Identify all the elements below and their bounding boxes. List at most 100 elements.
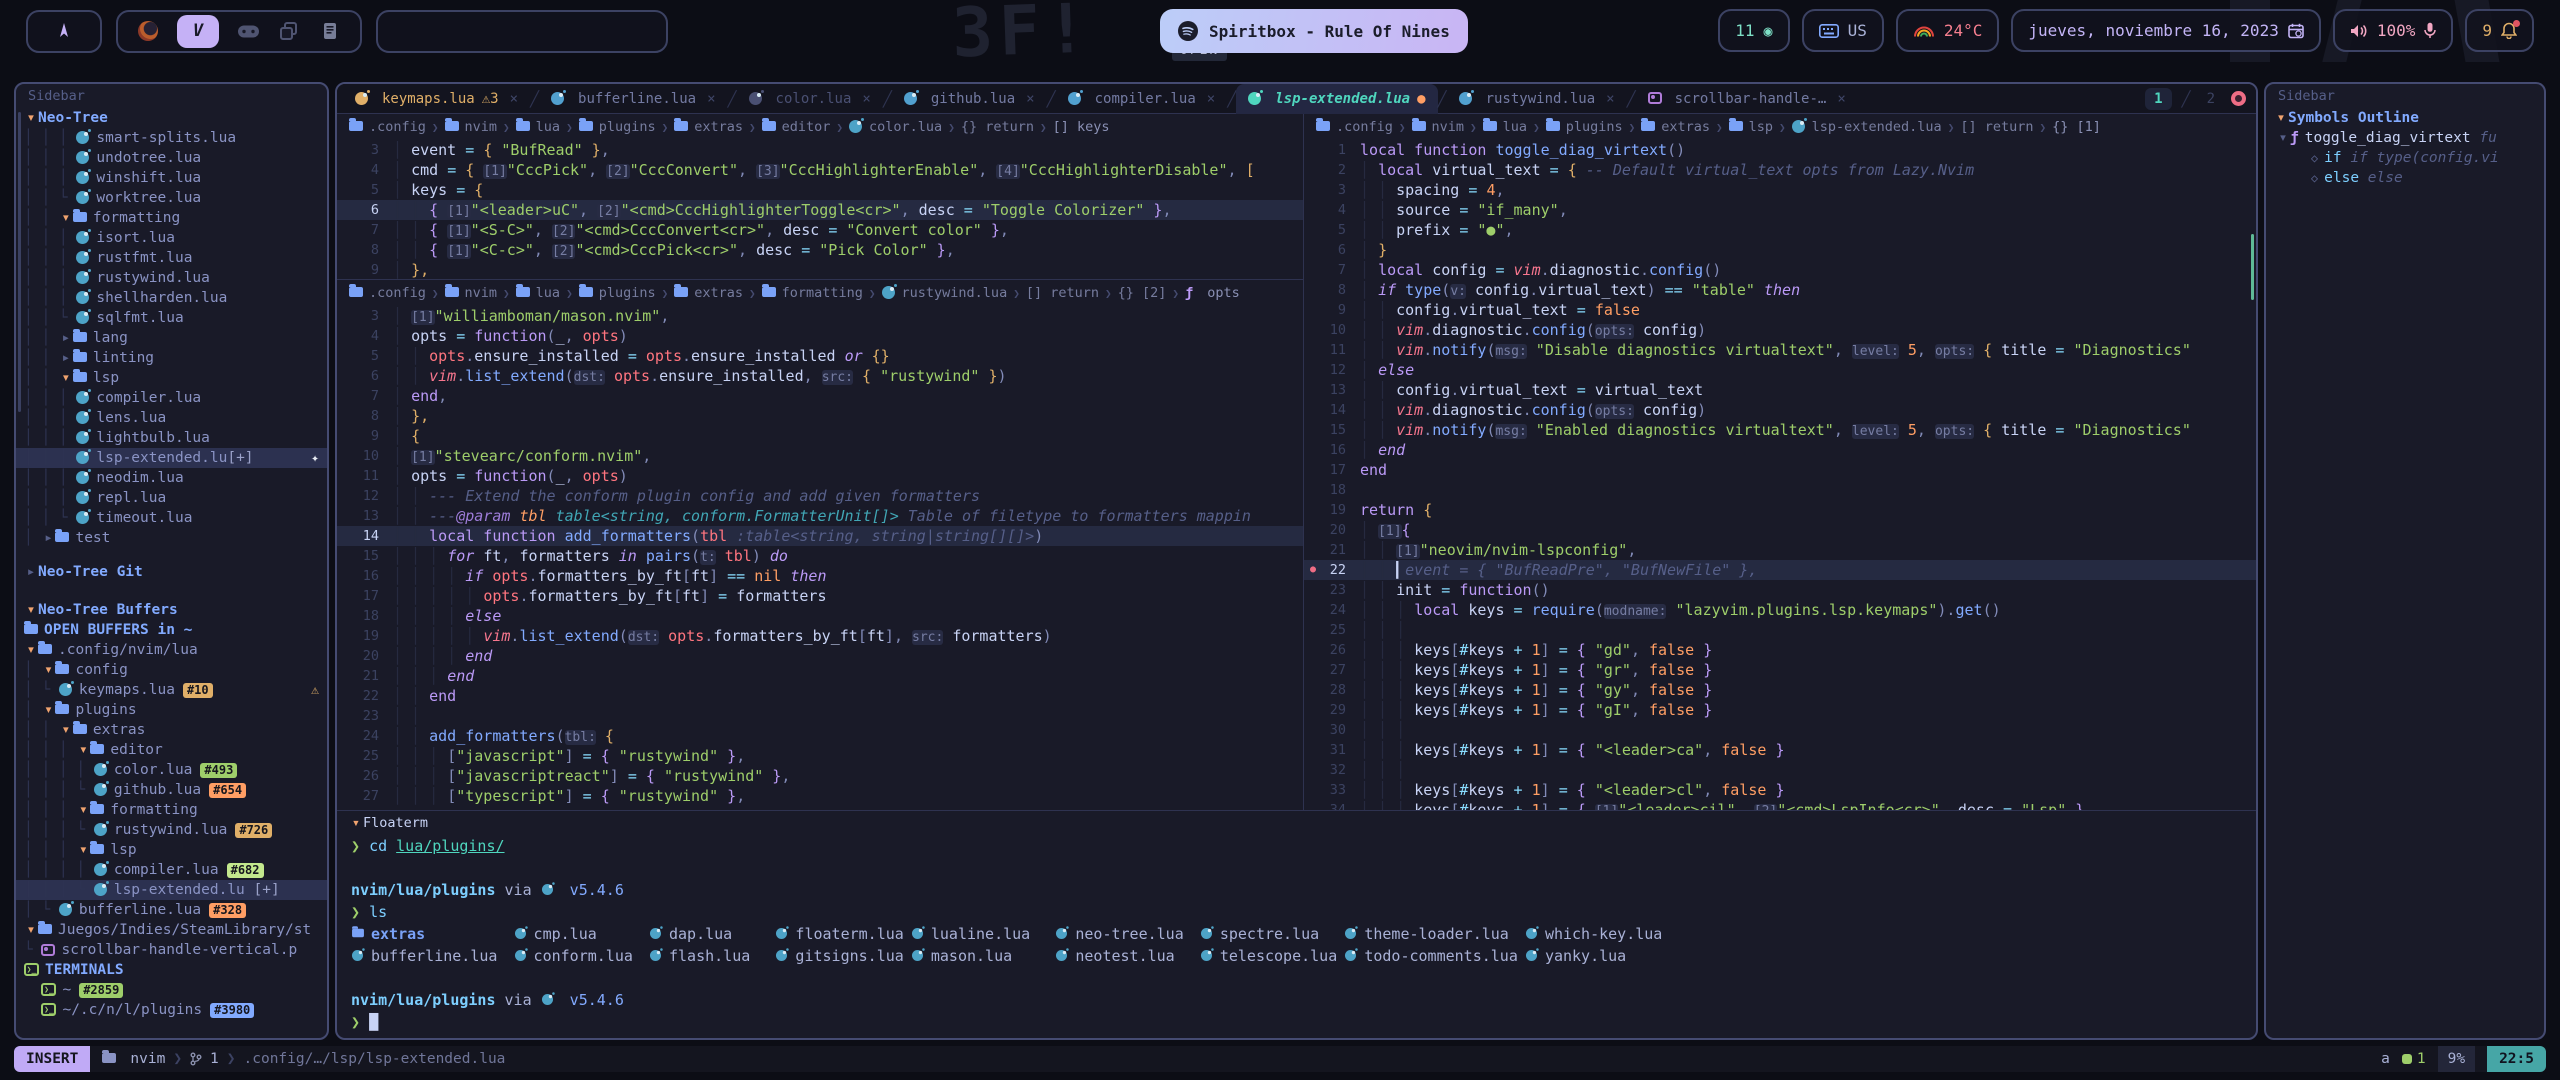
tree-item[interactable]: │ │ │ lens.lua — [16, 408, 327, 428]
pane-lsp-scrollbar[interactable] — [2251, 234, 2254, 300]
code-line[interactable]: 9│ { — [337, 426, 1303, 446]
code-line[interactable]: 24│ │ add_formatters(tbl: { — [337, 726, 1303, 746]
terminals-section-header[interactable]: TERMINALS — [16, 960, 327, 980]
code-line[interactable]: 16│ end — [1304, 440, 2256, 460]
tab-lsp-extended.lua[interactable]: lsp-extended.lua● — [1236, 84, 1437, 114]
tree-item[interactable]: │ │ │ smart-splits.lua — [16, 128, 327, 148]
code-line[interactable]: 32│ │ │ — [1304, 760, 2256, 780]
tree-item[interactable]: │ │ │ └ rustywind.lua#726 — [16, 820, 327, 840]
tree-item[interactable]: │ │ │ rustfmt.lua — [16, 248, 327, 268]
floaterm-terminal[interactable]: ❯ cd lua/plugins/nvim/lua/plugins via v5… — [337, 835, 2256, 1033]
code-line[interactable]: 26│ │ │ ["javascriptreact"] = { "rustywi… — [337, 766, 1303, 786]
tree-item[interactable]: │ │ │ │ compiler.lua#682 — [16, 860, 327, 880]
code-line[interactable]: 9│ }, — [337, 260, 1303, 279]
pane-color-body[interactable]: 3│ event = { "BufRead" },4│ cmd = { [1]"… — [337, 140, 1303, 279]
tab-page-current[interactable]: 1 — [2145, 88, 2171, 110]
tree-item[interactable]: ▾.config/nvim/lua — [16, 640, 327, 660]
code-line[interactable]: 26│ │ │ keys[#keys + 1] = { "gd", false … — [1304, 640, 2256, 660]
tree-item[interactable]: │ ▾plugins — [16, 700, 327, 720]
code-line[interactable]: 19│ │ │ │ │ vim.list_extend(dst: opts.fo… — [337, 626, 1303, 646]
tree-item[interactable]: │ │ ▾extras — [16, 720, 327, 740]
tree-item[interactable]: ~#2859 — [16, 980, 327, 1000]
tree-item[interactable]: │ │ │ ▾lsp — [16, 840, 327, 860]
code-line[interactable]: 15│ │ │ for ft, formatters in pairs(t: t… — [337, 546, 1303, 566]
notifications-widget[interactable]: 9 — [2465, 9, 2534, 52]
tree-item[interactable]: │ │ │ repl.lua — [16, 488, 327, 508]
tree-item[interactable]: │ ▸test — [16, 528, 327, 548]
tree-item[interactable]: │ │ │ └ github.lua#654 — [16, 780, 327, 800]
tree-item[interactable]: │ │ │ lsp-extended.lu[+]✦ — [16, 448, 327, 468]
tree-item[interactable]: │ │ │ isort.lua — [16, 228, 327, 248]
tree-item[interactable]: └ scrollbar-handle-vertical.p — [16, 940, 327, 960]
tree-item[interactable]: │ │ │ ▾editor — [16, 740, 327, 760]
code-line[interactable]: 21│ │ [1]"neovim/nvim-lspconfig", — [1304, 540, 2256, 560]
code-line[interactable]: 3│ [1]"williamboman/mason.nvim", — [337, 306, 1303, 326]
tree-item[interactable]: │ │ │ └ lsp-extended.lu [+] — [16, 880, 327, 900]
workspace-gamepad-icon[interactable] — [236, 19, 260, 43]
code-line[interactable]: 25│ │ │ — [1304, 620, 2256, 640]
close-all-button[interactable] — [2231, 91, 2246, 106]
code-line[interactable]: 21│ │ │ end — [337, 666, 1303, 686]
tree-item[interactable]: │ │ ▸linting — [16, 348, 327, 368]
code-line[interactable]: 16│ │ │ │ if opts.formatters_by_ft[ft] =… — [337, 566, 1303, 586]
code-line[interactable]: 4│ cmd = { [1]"CccPick", [2]"CccConvert"… — [337, 160, 1303, 180]
date-widget[interactable]: jueves, noviembre 16, 2023 — [2011, 9, 2320, 52]
code-line[interactable]: 28│ │ │ keys[#keys + 1] = { "gy", false … — [1304, 680, 2256, 700]
code-line[interactable]: 27│ │ │ keys[#keys + 1] = { "gr", false … — [1304, 660, 2256, 680]
code-line[interactable]: 14│ │ local function add_formatters(tbl … — [337, 526, 1303, 546]
code-line[interactable]: 6│ │ { [1]"<leader>uC", [2]"<cmd>CccHigh… — [337, 200, 1303, 220]
code-line[interactable]: 7│ end, — [337, 386, 1303, 406]
code-line[interactable]: 34│ │ │ keys[#keys + 1] = { [1]"<leader>… — [1304, 800, 2256, 810]
tree-item[interactable]: │ │ │ neodim.lua — [16, 468, 327, 488]
code-line[interactable]: ●22│ │ ▎event = { "BufReadPre", "BufNewF… — [1304, 560, 2256, 580]
tree-item[interactable]: │ │ └ worktree.lua — [16, 188, 327, 208]
pane-lsp-body[interactable]: 1local function toggle_diag_virtext()2│ … — [1304, 140, 2256, 810]
tab-page-other[interactable]: 2 — [2201, 91, 2221, 107]
code-line[interactable]: 4│ opts = function(_, opts) — [337, 326, 1303, 346]
tree-item[interactable]: │ │ │ undotree.lua — [16, 148, 327, 168]
tree-item[interactable]: │ │ ▸lang — [16, 328, 327, 348]
code-line[interactable]: 5│ │ prefix = "●", — [1304, 220, 2256, 240]
symbols-outline-header[interactable]: ▾ Symbols Outline — [2266, 108, 2544, 128]
tree-item[interactable]: │ ▾config — [16, 660, 327, 680]
code-line[interactable]: 9│ │ config.virtual_text = false — [1304, 300, 2256, 320]
code-line[interactable]: 31│ │ │ keys[#keys + 1] = { "<leader>ca"… — [1304, 740, 2256, 760]
code-line[interactable]: 27│ │ │ ["typescript"] = { "rustywind" }… — [337, 786, 1303, 806]
tree-item[interactable]: │ │ │ rustywind.lua — [16, 268, 327, 288]
code-line[interactable]: 11│ │ vim.notify(msg: "Disable diagnosti… — [1304, 340, 2256, 360]
tab-close-button[interactable]: × — [862, 91, 870, 107]
neotree-section-header[interactable]: ▾ Neo-Tree — [16, 108, 327, 128]
code-line[interactable]: 5│ │ opts.ensure_installed = opts.ensure… — [337, 346, 1303, 366]
code-line[interactable]: 3│ │ spacing = 4, — [1304, 180, 2256, 200]
volume-widget[interactable]: 100% — [2333, 9, 2454, 52]
code-line[interactable]: 20│ │ │ │ end — [337, 646, 1303, 666]
neotree-git-section-header[interactable]: ▸ Neo-Tree Git — [16, 562, 327, 582]
tab-scrollbar-handle-[interactable]: scrollbar-handle-…× — [1636, 84, 1858, 114]
code-line[interactable]: 17end — [1304, 460, 2256, 480]
outline-item[interactable]: ◇else else — [2266, 168, 2544, 188]
music-widget[interactable]: Spiritbox - Rule Of Nines — [1160, 9, 1468, 53]
workspace-firefox-icon[interactable] — [136, 19, 160, 43]
launcher-button[interactable] — [26, 10, 102, 53]
code-line[interactable]: 10│ │ vim.diagnostic.config(opts: config… — [1304, 320, 2256, 340]
tree-item[interactable]: │ │ │ winshift.lua — [16, 168, 327, 188]
code-line[interactable]: 25│ │ │ ["javascript"] = { "rustywind" }… — [337, 746, 1303, 766]
code-line[interactable]: 18│ │ │ │ else — [337, 606, 1303, 626]
outline-item[interactable]: ◇if if type(config.vi — [2266, 148, 2544, 168]
tree-item[interactable]: │ └ bufferline.lua#328 — [16, 900, 327, 920]
code-line[interactable]: 8│ }, — [337, 406, 1303, 426]
tab-github.lua[interactable]: github.lua× — [892, 84, 1047, 114]
code-line[interactable]: 7│ local config = vim.diagnostic.config(… — [1304, 260, 2256, 280]
code-line[interactable]: 23│ │ — [337, 706, 1303, 726]
weather-widget[interactable]: 24°C — [1896, 9, 2000, 52]
code-line[interactable]: 8│ │ { [1]"<C-c>", [2]"<cmd>CccPick<cr>"… — [337, 240, 1303, 260]
code-line[interactable]: 13│ │ ---@param tbl table<string, confor… — [337, 506, 1303, 526]
tree-item[interactable]: ~/.c/n/l/plugins#3980 — [16, 1000, 327, 1020]
tree-item[interactable]: │ │ ▾formatting — [16, 208, 327, 228]
open-buffers-root[interactable]: OPEN BUFFERS in ~ — [16, 620, 327, 640]
tab-close-button[interactable]: × — [707, 91, 715, 107]
workspace-document-icon[interactable] — [318, 19, 342, 43]
code-line[interactable]: 19return { — [1304, 500, 2256, 520]
code-line[interactable]: 8│ if type(v: config.virtual_text) == "t… — [1304, 280, 2256, 300]
keyboard-layout-widget[interactable]: US — [1802, 9, 1884, 52]
